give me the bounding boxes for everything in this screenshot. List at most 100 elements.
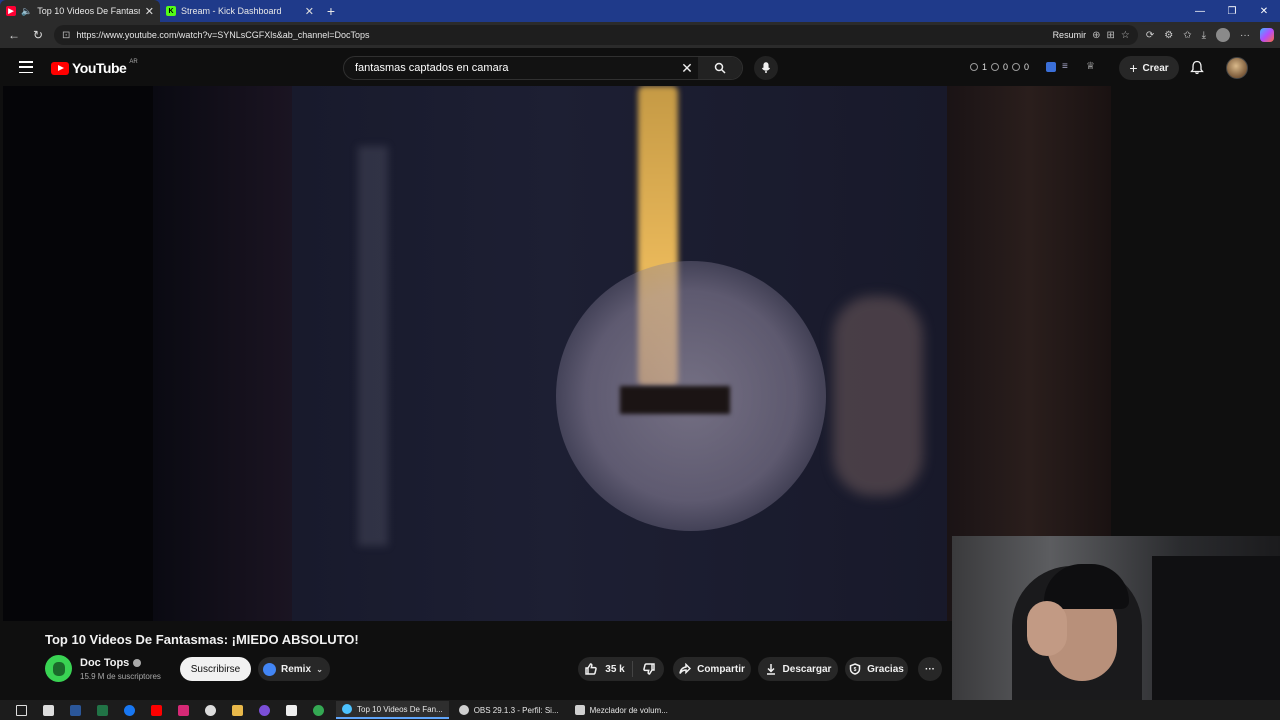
favorite-star-icon[interactable]: ☆ xyxy=(1121,30,1130,41)
close-window-button[interactable]: ✕ xyxy=(1248,0,1280,22)
url-text[interactable]: https://www.youtube.com/watch?v=SYNLsCGF… xyxy=(76,30,1046,40)
volume-mixer-icon xyxy=(574,705,585,715)
more-menu-icon[interactable]: ··· xyxy=(1240,30,1250,41)
share-button[interactable]: Compartir xyxy=(673,657,751,681)
close-tab-icon[interactable]: ✕ xyxy=(305,5,314,18)
webcam-chair xyxy=(1152,556,1280,720)
video-player[interactable] xyxy=(3,86,1111,621)
logo-text: YouTube xyxy=(72,60,127,76)
eye-icon xyxy=(1012,63,1021,71)
copilot-page-icon[interactable]: ⊕ xyxy=(1092,30,1100,41)
like-dislike-group: 35 k xyxy=(578,657,664,681)
country-code: AR xyxy=(129,59,138,65)
thumbs-up-icon xyxy=(585,663,598,675)
copilot-icon[interactable] xyxy=(1260,28,1274,42)
tab-title: Stream - Kick Dashboard xyxy=(181,6,282,16)
video-scene-lamp xyxy=(358,146,388,546)
apps-icon[interactable]: ⊞ xyxy=(1106,30,1114,41)
remix-button[interactable]: Remix ⌄ xyxy=(258,657,330,681)
downloads-icon[interactable]: ⤓ xyxy=(1202,30,1206,41)
store-icon[interactable] xyxy=(35,700,62,720)
remix-label: Remix xyxy=(281,663,312,675)
trophy-icon[interactable]: ♕ xyxy=(1086,61,1095,72)
speaker-icon[interactable]: 🔈 xyxy=(21,6,32,17)
download-icon xyxy=(766,664,775,675)
channel-name[interactable]: Doc Tops xyxy=(80,657,142,669)
subscriber-count: 15.9 M de suscriptores xyxy=(80,672,161,681)
taskbar-app-label: Mezclador de volum... xyxy=(589,705,668,715)
restore-button[interactable]: ❐ xyxy=(1216,0,1248,22)
download-button[interactable]: Descargar xyxy=(758,657,838,681)
subscribe-button[interactable]: Suscribirse xyxy=(180,657,251,681)
search-icon xyxy=(714,62,726,74)
video-blur-left xyxy=(153,86,293,621)
counter-value: 1 xyxy=(982,62,988,72)
video-title: Top 10 Videos De Fantasmas: ¡MIEDO ABSOL… xyxy=(45,632,359,647)
more-actions-button[interactable]: ··· xyxy=(918,657,942,681)
counter-value: 0 xyxy=(1003,62,1009,72)
tab-youtube[interactable]: ▶ 🔈 Top 10 Videos De Fantasmas: ¡MIEDO A… xyxy=(0,0,160,22)
kick-favicon-icon: K xyxy=(166,6,176,16)
facebook-icon[interactable] xyxy=(116,700,143,720)
reload-icon[interactable]: ↻ xyxy=(30,28,46,42)
bell-icon xyxy=(1190,60,1204,75)
thanks-button[interactable]: $ Gracias xyxy=(845,657,908,681)
close-tab-icon[interactable]: ✕ xyxy=(145,5,154,18)
notepad-icon[interactable] xyxy=(278,700,305,720)
chevron-down-icon[interactable]: ⌄ xyxy=(316,665,323,674)
voice-search-button[interactable] xyxy=(754,56,778,80)
taskbar-app-label: Top 10 Videos De Fan... xyxy=(357,704,443,714)
search-input[interactable]: fantasmas captados en camara xyxy=(344,62,676,74)
dislike-button[interactable] xyxy=(633,663,664,675)
start-icon[interactable] xyxy=(8,700,35,720)
address-bar: ← ↻ ⊡ https://www.youtube.com/watch?v=SY… xyxy=(0,22,1280,48)
super-thanks-icon: $ xyxy=(849,663,861,675)
new-tab-button[interactable]: + xyxy=(320,0,342,22)
app-icon[interactable] xyxy=(251,700,278,720)
list-icon[interactable]: ≡ xyxy=(1062,61,1068,72)
excel-icon[interactable] xyxy=(89,700,116,720)
youtube-icon[interactable] xyxy=(143,700,170,720)
create-label: Crear xyxy=(1142,62,1169,74)
site-info-icon[interactable]: ⊡ xyxy=(62,30,70,41)
create-button[interactable]: + Crear xyxy=(1119,56,1179,80)
back-arrow-icon[interactable]: ← xyxy=(6,28,22,42)
instagram-icon[interactable] xyxy=(170,700,197,720)
like-button[interactable]: 35 k xyxy=(578,661,633,677)
svg-text:$: $ xyxy=(854,667,857,673)
taskbar-app-mixer[interactable]: Mezclador de volum... xyxy=(569,701,674,719)
youtube-play-icon xyxy=(51,61,69,75)
folder-icon[interactable] xyxy=(224,700,251,720)
browser-tab-strip: ▶ 🔈 Top 10 Videos De Fantasmas: ¡MIEDO A… xyxy=(0,0,1280,22)
minimize-button[interactable]: — xyxy=(1184,0,1216,22)
tab-kick[interactable]: K Stream - Kick Dashboard ✕ xyxy=(160,0,320,22)
channel-avatar[interactable] xyxy=(45,655,72,682)
remix-icon xyxy=(263,662,276,676)
summarize-button[interactable]: Resumir xyxy=(1053,30,1087,40)
clear-search-icon[interactable]: ✕ xyxy=(676,60,698,77)
youtube-logo[interactable]: YouTube AR xyxy=(51,59,138,76)
share-label: Compartir xyxy=(697,663,745,675)
taskbar-app-browser[interactable]: Top 10 Videos De Fan... xyxy=(336,701,449,719)
favorites-icon[interactable]: ✩ xyxy=(1183,30,1191,41)
profile-avatar[interactable] xyxy=(1216,28,1230,42)
window-controls: — ❐ ✕ xyxy=(1184,0,1280,22)
search-button[interactable] xyxy=(698,57,742,79)
verified-icon xyxy=(133,659,142,667)
extension-icon[interactable] xyxy=(1046,62,1056,72)
notifications-button[interactable] xyxy=(1190,60,1204,80)
webcam-overlay xyxy=(952,536,1280,720)
chrome-icon[interactable] xyxy=(305,700,332,720)
video-scene-bar xyxy=(620,386,730,414)
extension-counters[interactable]: 1 0 0 xyxy=(970,62,1029,72)
user-avatar[interactable] xyxy=(1226,57,1248,79)
url-field[interactable]: ⊡ https://www.youtube.com/watch?v=SYNLsC… xyxy=(54,25,1138,45)
obs-icon[interactable] xyxy=(197,700,224,720)
clock-icon xyxy=(970,63,978,71)
extensions-icon[interactable]: ⚙ xyxy=(1164,30,1173,41)
menu-icon[interactable] xyxy=(19,61,33,73)
taskbar-app-obs[interactable]: OBS 29.1.3 - Perfil: Si... xyxy=(453,701,565,719)
channel-name-text: Doc Tops xyxy=(80,657,130,669)
word-icon[interactable] xyxy=(62,700,89,720)
refresh-extension-icon[interactable]: ⟳ xyxy=(1146,30,1154,41)
